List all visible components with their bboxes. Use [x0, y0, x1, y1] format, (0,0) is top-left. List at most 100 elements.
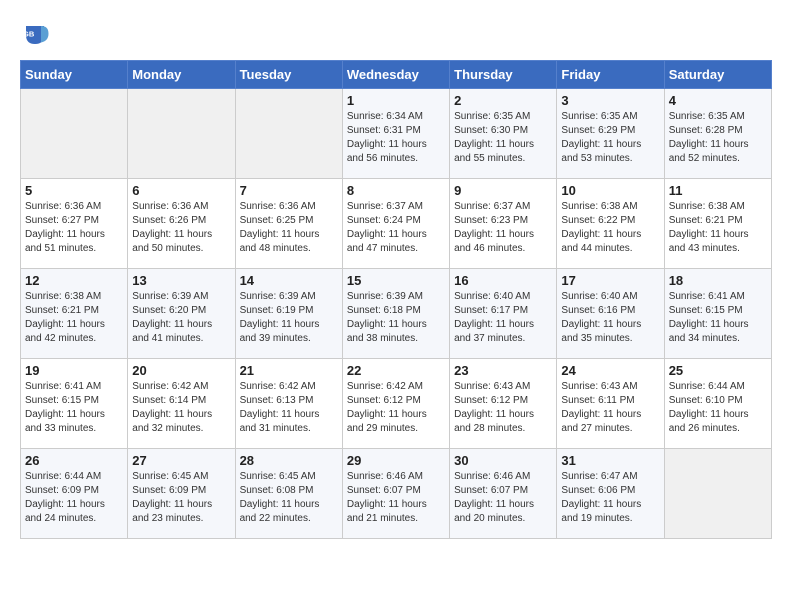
calendar-week-row: 1 Sunrise: 6:34 AM Sunset: 6:31 PM Daylig…: [21, 89, 772, 179]
day-number: 12: [25, 273, 123, 288]
day-number: 29: [347, 453, 445, 468]
calendar-cell: 4 Sunrise: 6:35 AM Sunset: 6:28 PM Daylig…: [664, 89, 771, 179]
day-number: 19: [25, 363, 123, 378]
cell-info: Sunrise: 6:38 AM Sunset: 6:21 PM Dayligh…: [669, 200, 767, 256]
weekday-header: Tuesday: [235, 61, 342, 89]
day-number: 20: [132, 363, 230, 378]
weekday-header: Friday: [557, 61, 664, 89]
day-number: 13: [132, 273, 230, 288]
cell-info: Sunrise: 6:39 AM Sunset: 6:19 PM Dayligh…: [240, 290, 338, 346]
cell-info: Sunrise: 6:43 AM Sunset: 6:11 PM Dayligh…: [561, 380, 659, 436]
day-number: 31: [561, 453, 659, 468]
page-header: GB: [20, 20, 772, 50]
calendar-cell: 17Sunrise: 6:40 AM Sunset: 6:16 PM Dayli…: [557, 269, 664, 359]
calendar-cell: [21, 89, 128, 179]
calendar-cell: 20 Sunrise: 6:42 AM Sunset: 6:14 PM Dayli…: [128, 359, 235, 449]
calendar-cell: 22 Sunrise: 6:42 AM Sunset: 6:12 PM Dayli…: [342, 359, 449, 449]
day-number: 16: [454, 273, 552, 288]
cell-info: Sunrise: 6:45 AM Sunset: 6:09 PM Dayligh…: [132, 470, 230, 526]
calendar-header-row: SundayMondayTuesdayWednesdayThursdayFrid…: [21, 61, 772, 89]
day-number: 24: [561, 363, 659, 378]
calendar-cell: [235, 89, 342, 179]
calendar-cell: 31 Sunrise: 6:47 AM Sunset: 6:06 PM Dayli…: [557, 449, 664, 539]
cell-info: Sunrise: 6:37 AM Sunset: 6:24 PM Dayligh…: [347, 200, 445, 256]
cell-info: Sunrise: 6:35 AM Sunset: 6:28 PM Dayligh…: [669, 110, 767, 166]
calendar-cell: 24 Sunrise: 6:43 AM Sunset: 6:11 PM Dayli…: [557, 359, 664, 449]
cell-info: Sunrise: 6:45 AM Sunset: 6:08 PM Dayligh…: [240, 470, 338, 526]
calendar-cell: 28 Sunrise: 6:45 AM Sunset: 6:08 PM Dayli…: [235, 449, 342, 539]
day-number: 6: [132, 183, 230, 198]
weekday-header: Thursday: [450, 61, 557, 89]
weekday-header: Sunday: [21, 61, 128, 89]
cell-info: Sunrise: 6:44 AM Sunset: 6:09 PM Dayligh…: [25, 470, 123, 526]
cell-info: Sunrise: 6:40 AM Sunset: 6:16 PM Dayligh…: [561, 290, 659, 346]
cell-info: Sunrise: 6:36 AM Sunset: 6:26 PM Dayligh…: [132, 200, 230, 256]
cell-info: Sunrise: 6:39 AM Sunset: 6:20 PM Dayligh…: [132, 290, 230, 346]
weekday-header: Monday: [128, 61, 235, 89]
calendar-cell: 5Sunrise: 6:36 AM Sunset: 6:27 PM Daylig…: [21, 179, 128, 269]
calendar-cell: [664, 449, 771, 539]
calendar-cell: 18 Sunrise: 6:41 AM Sunset: 6:15 PM Dayli…: [664, 269, 771, 359]
day-number: 2: [454, 93, 552, 108]
day-number: 8: [347, 183, 445, 198]
calendar-cell: 27Sunrise: 6:45 AM Sunset: 6:09 PM Dayli…: [128, 449, 235, 539]
day-number: 7: [240, 183, 338, 198]
day-number: 14: [240, 273, 338, 288]
weekday-header: Wednesday: [342, 61, 449, 89]
cell-info: Sunrise: 6:36 AM Sunset: 6:25 PM Dayligh…: [240, 200, 338, 256]
weekday-header: Saturday: [664, 61, 771, 89]
day-number: 10: [561, 183, 659, 198]
cell-info: Sunrise: 6:42 AM Sunset: 6:12 PM Dayligh…: [347, 380, 445, 436]
cell-info: Sunrise: 6:42 AM Sunset: 6:14 PM Dayligh…: [132, 380, 230, 436]
day-number: 28: [240, 453, 338, 468]
calendar-cell: 16 Sunrise: 6:40 AM Sunset: 6:17 PM Dayli…: [450, 269, 557, 359]
cell-info: Sunrise: 6:35 AM Sunset: 6:30 PM Dayligh…: [454, 110, 552, 166]
cell-info: Sunrise: 6:46 AM Sunset: 6:07 PM Dayligh…: [347, 470, 445, 526]
calendar-cell: 29 Sunrise: 6:46 AM Sunset: 6:07 PM Dayli…: [342, 449, 449, 539]
day-number: 25: [669, 363, 767, 378]
calendar-cell: 2 Sunrise: 6:35 AM Sunset: 6:30 PM Daylig…: [450, 89, 557, 179]
calendar-cell: 13 Sunrise: 6:39 AM Sunset: 6:20 PM Dayli…: [128, 269, 235, 359]
cell-info: Sunrise: 6:34 AM Sunset: 6:31 PM Dayligh…: [347, 110, 445, 166]
svg-text:GB: GB: [23, 30, 35, 39]
day-number: 4: [669, 93, 767, 108]
cell-info: Sunrise: 6:44 AM Sunset: 6:10 PM Dayligh…: [669, 380, 767, 436]
cell-info: Sunrise: 6:38 AM Sunset: 6:22 PM Dayligh…: [561, 200, 659, 256]
logo-icon: GB: [20, 20, 50, 50]
calendar-body: 1 Sunrise: 6:34 AM Sunset: 6:31 PM Daylig…: [21, 89, 772, 539]
logo: GB: [20, 20, 54, 50]
calendar-cell: 15Sunrise: 6:39 AM Sunset: 6:18 PM Dayli…: [342, 269, 449, 359]
cell-info: Sunrise: 6:41 AM Sunset: 6:15 PM Dayligh…: [669, 290, 767, 346]
day-number: 18: [669, 273, 767, 288]
calendar-cell: 12 Sunrise: 6:38 AM Sunset: 6:21 PM Dayli…: [21, 269, 128, 359]
day-number: 3: [561, 93, 659, 108]
cell-info: Sunrise: 6:40 AM Sunset: 6:17 PM Dayligh…: [454, 290, 552, 346]
cell-info: Sunrise: 6:46 AM Sunset: 6:07 PM Dayligh…: [454, 470, 552, 526]
day-number: 30: [454, 453, 552, 468]
calendar-table: SundayMondayTuesdayWednesdayThursdayFrid…: [20, 60, 772, 539]
calendar-cell: 14 Sunrise: 6:39 AM Sunset: 6:19 PM Dayli…: [235, 269, 342, 359]
day-number: 26: [25, 453, 123, 468]
cell-info: Sunrise: 6:47 AM Sunset: 6:06 PM Dayligh…: [561, 470, 659, 526]
calendar-cell: 11Sunrise: 6:38 AM Sunset: 6:21 PM Dayli…: [664, 179, 771, 269]
day-number: 22: [347, 363, 445, 378]
cell-info: Sunrise: 6:38 AM Sunset: 6:21 PM Dayligh…: [25, 290, 123, 346]
cell-info: Sunrise: 6:43 AM Sunset: 6:12 PM Dayligh…: [454, 380, 552, 436]
calendar-cell: 9Sunrise: 6:37 AM Sunset: 6:23 PM Daylig…: [450, 179, 557, 269]
calendar-cell: 10 Sunrise: 6:38 AM Sunset: 6:22 PM Dayli…: [557, 179, 664, 269]
calendar-cell: 1 Sunrise: 6:34 AM Sunset: 6:31 PM Daylig…: [342, 89, 449, 179]
calendar-cell: 6 Sunrise: 6:36 AM Sunset: 6:26 PM Daylig…: [128, 179, 235, 269]
cell-info: Sunrise: 6:36 AM Sunset: 6:27 PM Dayligh…: [25, 200, 123, 256]
calendar-cell: 8 Sunrise: 6:37 AM Sunset: 6:24 PM Daylig…: [342, 179, 449, 269]
calendar-week-row: 5Sunrise: 6:36 AM Sunset: 6:27 PM Daylig…: [21, 179, 772, 269]
calendar-cell: 7 Sunrise: 6:36 AM Sunset: 6:25 PM Daylig…: [235, 179, 342, 269]
calendar-cell: 21 Sunrise: 6:42 AM Sunset: 6:13 PM Dayli…: [235, 359, 342, 449]
day-number: 1: [347, 93, 445, 108]
cell-info: Sunrise: 6:41 AM Sunset: 6:15 PM Dayligh…: [25, 380, 123, 436]
calendar-week-row: 12 Sunrise: 6:38 AM Sunset: 6:21 PM Dayli…: [21, 269, 772, 359]
calendar-cell: 25 Sunrise: 6:44 AM Sunset: 6:10 PM Dayli…: [664, 359, 771, 449]
day-number: 9: [454, 183, 552, 198]
cell-info: Sunrise: 6:42 AM Sunset: 6:13 PM Dayligh…: [240, 380, 338, 436]
calendar-cell: 19 Sunrise: 6:41 AM Sunset: 6:15 PM Dayli…: [21, 359, 128, 449]
day-number: 21: [240, 363, 338, 378]
